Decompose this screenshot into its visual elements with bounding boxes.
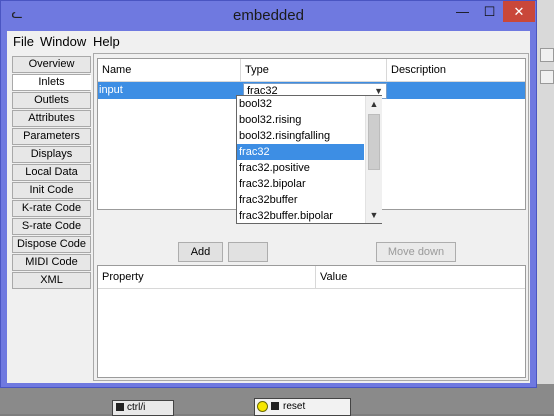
- inlet-dot-icon: [257, 400, 268, 412]
- dropdown-scrollbar[interactable]: ▲ ▼: [365, 96, 382, 223]
- menu-bar: File Window Help: [7, 31, 530, 51]
- dropdown-option[interactable]: bool32.rising: [237, 112, 364, 128]
- tab-inlets[interactable]: Inlets: [12, 74, 91, 91]
- background-app-toolbar: [537, 0, 554, 414]
- dropdown-option[interactable]: frac32.positive: [237, 160, 364, 176]
- tab-midi-code[interactable]: MIDI Code: [12, 254, 91, 271]
- object-handle-icon: [271, 402, 279, 411]
- tab-overview[interactable]: Overview: [12, 56, 91, 73]
- close-button[interactable]: ✕: [503, 1, 535, 22]
- column-header-name[interactable]: Name: [98, 59, 241, 82]
- menu-help[interactable]: Help: [93, 34, 120, 49]
- minimize-button[interactable]: —: [449, 1, 476, 22]
- maximize-button[interactable]: ☐: [476, 1, 503, 22]
- dropdown-option[interactable]: frac32buffer.bipolar: [237, 208, 364, 224]
- tab-k-rate-code[interactable]: K-rate Code: [12, 200, 91, 217]
- tab-init-code[interactable]: Init Code: [12, 182, 91, 199]
- object-label: ctrl/i: [127, 402, 146, 413]
- tab-xml[interactable]: XML: [12, 272, 91, 289]
- dropdown-option[interactable]: frac32buffer: [237, 192, 364, 208]
- background-object-reset: reset: [254, 398, 351, 416]
- tab-local-data[interactable]: Local Data: [12, 164, 91, 181]
- type-dropdown-list[interactable]: bool32 bool32.rising bool32.risingfallin…: [236, 95, 382, 224]
- menu-window[interactable]: Window: [40, 34, 86, 49]
- toolbar-button: [540, 48, 554, 62]
- dropdown-option[interactable]: frac32.bipolar: [237, 176, 364, 192]
- inlet-name-cell[interactable]: input: [98, 82, 242, 99]
- column-header-property[interactable]: Property: [98, 266, 316, 289]
- tab-displays[interactable]: Displays: [12, 146, 91, 163]
- reset-label: reset: [283, 401, 306, 412]
- title-bar[interactable]: ᓚ embedded — ☐ ✕: [1, 1, 536, 31]
- tab-parameters[interactable]: Parameters: [12, 128, 91, 145]
- scroll-up-icon[interactable]: ▲: [366, 96, 382, 112]
- column-header-type[interactable]: Type: [241, 59, 387, 82]
- column-header-description[interactable]: Description: [387, 59, 525, 82]
- toolbar-button: [540, 70, 554, 84]
- remove-button[interactable]: [228, 242, 268, 262]
- dropdown-option[interactable]: bool32.risingfalling: [237, 128, 364, 144]
- move-down-button[interactable]: Move down: [376, 242, 456, 262]
- object-handle-icon: [116, 403, 124, 412]
- add-button[interactable]: Add: [178, 242, 223, 262]
- dropdown-option[interactable]: bool32: [237, 96, 364, 112]
- column-header-value[interactable]: Value: [316, 266, 525, 289]
- scroll-thumb[interactable]: [368, 114, 380, 170]
- tab-dispose-code[interactable]: Dispose Code: [12, 236, 91, 253]
- property-table: Property Value: [97, 265, 526, 378]
- tab-attributes[interactable]: Attributes: [12, 110, 91, 127]
- tab-outlets[interactable]: Outlets: [12, 92, 91, 109]
- dropdown-option-selected[interactable]: frac32: [237, 144, 364, 160]
- menu-file[interactable]: File: [13, 34, 34, 49]
- tab-s-rate-code[interactable]: S-rate Code: [12, 218, 91, 235]
- scroll-down-icon[interactable]: ▼: [366, 207, 382, 223]
